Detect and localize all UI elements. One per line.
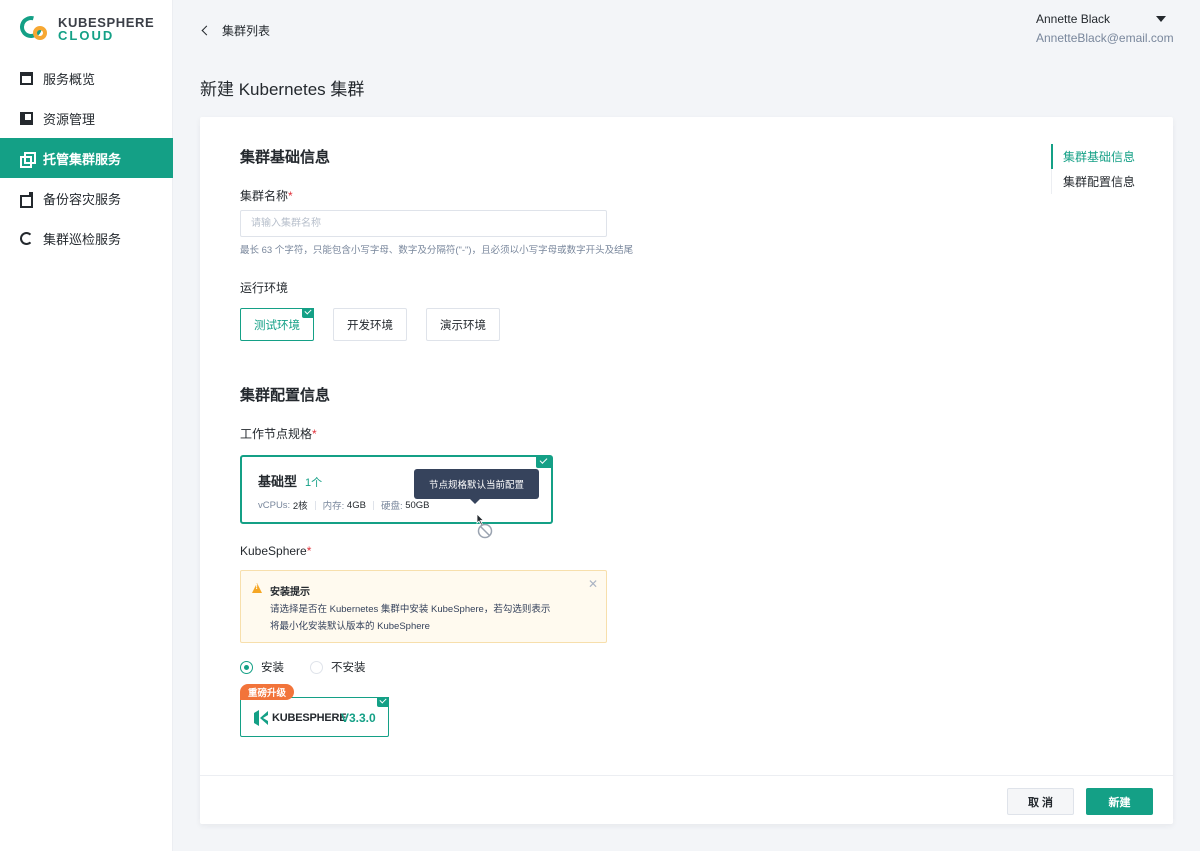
kubesphere-version: V3.3.0 (341, 711, 376, 725)
logo-icon (15, 11, 50, 43)
not-allowed-cursor-icon (476, 513, 493, 539)
check-icon (536, 456, 552, 468)
section-anchor-nav: 集群基础信息 集群配置信息 (1050, 144, 1135, 194)
kubesphere-label: KubeSphere* (240, 544, 312, 558)
sidebar-item-inspection[interactable]: 集群巡检服务 (0, 218, 173, 258)
sidebar-item-overview[interactable]: 服务概览 (0, 58, 173, 98)
user-menu[interactable]: Annette Black AnnetteBlack@email.com (1036, 12, 1174, 45)
install-alert: 安装提示 请选择是否在 Kubernetes 集群中安装 KubeSphere，… (240, 570, 607, 643)
required-mark: * (306, 544, 312, 558)
kubesphere-logo-icon (254, 710, 268, 726)
env-option-label: 开发环境 (347, 319, 393, 332)
cancel-button[interactable]: 取 消 (1007, 788, 1074, 815)
create-cluster-form-card: 集群基础信息 集群名称* 最长 63 个字符，只能包含小写字母、数字及分隔符("… (200, 117, 1173, 824)
alert-body: 请选择是否在 Kubernetes 集群中安装 KubeSphere，若勾选则表… (270, 604, 551, 632)
radio-not-install[interactable]: 不安装 (310, 659, 366, 675)
chevron-left-icon (201, 25, 212, 36)
sidebar-item-label: 服务概览 (43, 71, 96, 87)
cluster-name-hint: 最长 63 个字符，只能包含小写字母、数字及分隔符("-")，且必须以小写字母或… (240, 245, 634, 256)
anchor-config-info[interactable]: 集群配置信息 (1052, 169, 1135, 194)
kubesphere-version-card[interactable]: KUBESPHERE V3.3.0 (240, 697, 389, 737)
env-option-label: 演示环境 (440, 319, 486, 332)
env-option-demo[interactable]: 演示环境 (426, 308, 500, 341)
basic-info-section-title: 集群基础信息 (240, 149, 331, 166)
warning-icon (252, 583, 262, 593)
user-name: Annette Black (1036, 12, 1111, 26)
node-spec-count: 1个 (305, 477, 323, 489)
form-footer: 取 消 新建 (200, 775, 1173, 824)
env-label: 运行环境 (240, 281, 289, 295)
user-email: AnnetteBlack@email.com (1036, 31, 1174, 45)
radio-label: 安装 (261, 662, 284, 674)
node-spec-details: vCPUs: 2核 内存: 4GB 硬盘: 50GB (258, 499, 430, 513)
sidebar-item-label: 资源管理 (43, 111, 96, 127)
overview-icon (20, 71, 33, 85)
radio-icon-checked (240, 660, 253, 674)
sidebar-nav: 服务概览 资源管理 托管集群服务 备份容灾服务 集群巡检服务 (0, 58, 173, 258)
close-icon[interactable]: ✕ (588, 577, 598, 591)
backup-icon (20, 191, 33, 208)
cluster-name-label: 集群名称* (240, 189, 293, 203)
sidebar-item-resources[interactable]: 资源管理 (0, 98, 173, 138)
check-icon (302, 308, 314, 318)
env-option-test[interactable]: 测试环境 (240, 308, 314, 341)
back-label: 集群列表 (222, 24, 271, 38)
radio-icon-unchecked (310, 660, 323, 674)
radio-install[interactable]: 安装 (240, 659, 284, 675)
check-icon (377, 697, 389, 707)
alert-title: 安装提示 (270, 587, 310, 598)
upgrade-badge: 重磅升级 (240, 684, 295, 700)
sidebar: KUBESPHERE CLOUD 服务概览 资源管理 托管集群服务 备份容灾服务… (0, 0, 173, 851)
sidebar-item-label: 托管集群服务 (43, 151, 122, 167)
create-button[interactable]: 新建 (1086, 788, 1153, 815)
cluster-name-input[interactable] (240, 210, 607, 237)
env-option-label: 测试环境 (254, 319, 300, 332)
config-info-section-title: 集群配置信息 (240, 387, 331, 404)
required-mark: * (288, 189, 293, 203)
sidebar-item-label: 备份容灾服务 (43, 191, 122, 207)
caret-down-icon[interactable] (1156, 16, 1167, 22)
sidebar-item-backup[interactable]: 备份容灾服务 (0, 178, 173, 218)
managed-cluster-icon (20, 151, 36, 168)
sidebar-item-managed-cluster[interactable]: 托管集群服务 (0, 138, 173, 178)
node-spec-tooltip: 节点规格默认当前配置 (414, 469, 539, 504)
back-to-cluster-list[interactable]: 集群列表 (201, 22, 271, 39)
resource-icon (20, 111, 33, 125)
logo-text-line2: CLOUD (58, 28, 115, 43)
node-spec-label: 工作节点规格* (240, 427, 317, 441)
kubesphere-cloud-logo[interactable]: KUBESPHERE CLOUD (15, 11, 154, 43)
sidebar-item-label: 集群巡检服务 (43, 231, 122, 247)
page-title: 新建 Kubernetes 集群 (200, 80, 365, 99)
anchor-basic-info[interactable]: 集群基础信息 (1050, 144, 1135, 169)
node-spec-name: 基础型 (258, 474, 298, 489)
inspection-icon (20, 231, 33, 245)
radio-label: 不安装 (331, 662, 366, 674)
kubesphere-product-name: KUBESPHERE (272, 712, 347, 724)
env-option-dev[interactable]: 开发环境 (333, 308, 407, 341)
required-mark: * (312, 427, 317, 441)
